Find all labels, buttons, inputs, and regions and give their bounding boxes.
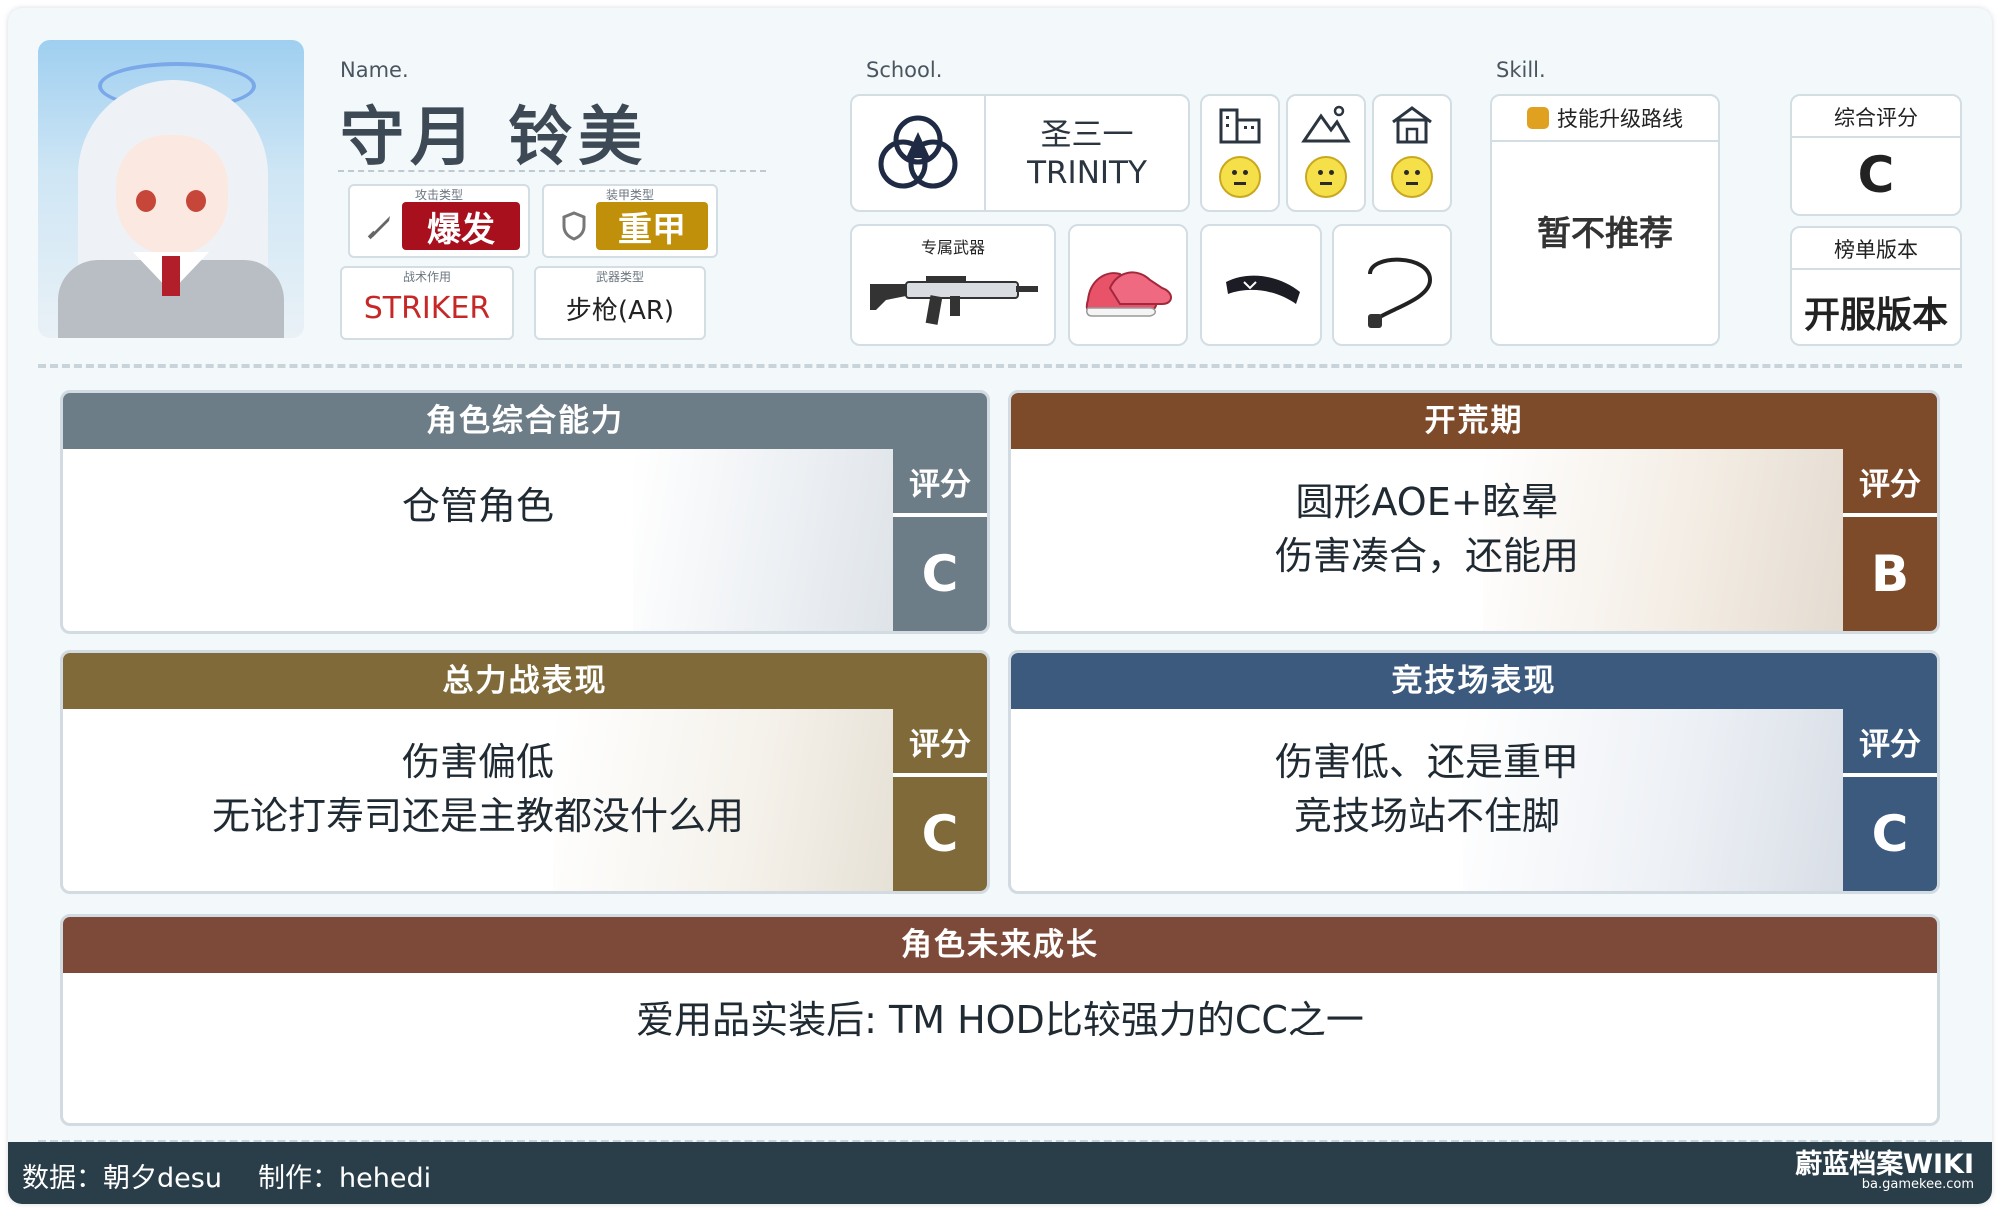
indoor-icon [1374,104,1450,153]
mood-neutral-icon [1219,156,1261,198]
school-box: 圣三一 TRINITY [850,94,1190,212]
school-name-cn: 圣三一 [1040,117,1134,153]
shoes-icon [1080,250,1180,334]
section-early-rate-caption: 评分 [1843,449,1937,513]
attack-type-caption: 攻击类型 [414,188,463,202]
section-future: 角色未来成长 爱用品实装后: TM HOD比较强力的CC之一 [60,914,1940,1126]
made-by-credit: 制作：hehedi [258,1163,432,1194]
section-ability: 角色综合能力 仓管角色 评分 C [60,390,990,634]
section-early-title: 开荒期 [1011,393,1937,449]
tactical-role-caption: 战术作用 [402,270,451,284]
name-divider [338,170,766,172]
section-ability-line: 仓管角色 [401,484,554,528]
section-arena: 竞技场表现 伤害低、还是重甲 竞技场站不住脚 评分 C [1008,650,1940,894]
exclusive-weapon-slot: 专属武器 [850,224,1056,346]
version-caption: 榜单版本 [1834,238,1918,262]
section-raid-body: 伤害偏低 无论打寿司还是主教都没什么用 [63,709,893,891]
necklace-icon [1350,244,1440,338]
skill-route-value: 暂不推荐 [1537,214,1673,254]
section-raid-rate-caption: 评分 [893,709,987,773]
version-box: 榜单版本 开服版本 [1790,226,1962,346]
attack-type-value: 爆发 [402,202,520,250]
hairband-icon [1220,262,1306,326]
sword-icon [358,202,402,250]
weapon-type-tag: 武器类型 步枪(AR) [534,266,706,340]
section-arena-rate-caption: 评分 [1843,709,1937,773]
terrain-outdoor [1286,94,1366,212]
character-name: 守月 铃美 [340,101,649,175]
equipment-slot-shoes [1068,224,1188,346]
portrait-eye-right [186,190,206,212]
wiki-brand: 蔚蓝档案WIKI ba.gamekee.com [1795,1149,1974,1192]
portrait-eye-left [136,190,156,212]
name-label: Name. [340,58,409,82]
section-raid-line-1: 伤害偏低 [401,740,554,784]
section-future-title: 角色未来成长 [63,917,1937,973]
overall-score-divider [1792,136,1960,138]
weapon-type-value: 步枪(AR) [565,295,675,326]
armor-type-caption: 装甲类型 [605,188,654,202]
terrain-city [1200,94,1280,212]
exclusive-weapon-label: 专属武器 [920,238,985,257]
rifle-icon [866,266,1046,340]
section-arena-body: 伤害低、还是重甲 竞技场站不住脚 [1011,709,1843,891]
section-raid-line-2: 无论打寿司还是主教都没什么用 [211,794,744,838]
school-label: School. [866,58,943,82]
outdoor-icon [1288,104,1364,153]
section-early-line-1: 圆形AOE+眩晕 [1295,480,1559,524]
wiki-brand-name: 蔚蓝档案WIKI [1795,1149,1974,1180]
tactical-role-value: STRIKER [363,290,491,326]
character-card: Name. 守月 铃美 攻击类型 爆发 装甲类型 重甲 战术作用 STRIKER… [8,8,1992,1204]
section-ability-rate-caption: 评分 [893,449,987,513]
section-arena-line-1: 伤害低、还是重甲 [1274,740,1579,784]
top-divider [38,364,1962,368]
data-credit: 数据：朝夕desu [22,1163,222,1194]
section-early-body: 圆形AOE+眩晕 伤害凑合，还能用 [1011,449,1843,631]
terrain-indoor [1372,94,1452,212]
portrait-ribbon [162,256,180,296]
trinity-logo-icon [852,96,986,210]
character-portrait [38,40,304,338]
section-arena-line-2: 竞技场站不住脚 [1293,794,1560,838]
footer: 数据：朝夕desu 制作：hehedi 蔚蓝档案WIKI ba.gamekee.… [8,1142,1992,1204]
skill-box: 技能升级路线 暂不推荐 [1490,94,1720,346]
version-divider [1792,268,1960,270]
armor-type-tag: 装甲类型 重甲 [542,184,718,258]
skill-upgrade-icon [1527,107,1549,129]
portrait-face [116,135,228,255]
mood-neutral-icon [1391,156,1433,198]
equipment-slot-hairband [1200,224,1322,346]
mood-neutral-icon [1305,156,1347,198]
skill-route-label: 技能升级路线 [1557,107,1683,131]
skill-route-header: 技能升级路线 [1492,96,1718,142]
overall-score-box: 综合评分 C [1790,94,1962,216]
section-ability-body: 仓管角色 [63,449,893,631]
shield-icon [552,202,596,250]
section-early-line-2: 伤害凑合，还能用 [1274,534,1579,578]
overall-score-caption: 综合评分 [1834,106,1918,130]
version-value: 开服版本 [1803,295,1948,336]
city-icon [1202,104,1278,153]
wiki-brand-url: ba.gamekee.com [1861,1177,1974,1192]
overall-score-value: C [1857,146,1895,204]
section-ability-rate: C [893,517,987,631]
section-early: 开荒期 圆形AOE+眩晕 伤害凑合，还能用 评分 B [1008,390,1940,634]
section-raid: 总力战表现 伤害偏低 无论打寿司还是主教都没什么用 评分 C [60,650,990,894]
equipment-slot-necklace [1332,224,1452,346]
section-arena-rate: C [1843,777,1937,891]
section-ability-title: 角色综合能力 [63,393,987,449]
tactical-role-tag: 战术作用 STRIKER [340,266,514,340]
section-raid-title: 总力战表现 [63,653,987,709]
weapon-type-caption: 武器类型 [595,270,644,284]
school-name: 圣三一 TRINITY [986,116,1188,192]
section-arena-title: 竞技场表现 [1011,653,1937,709]
section-future-line: 爱用品实装后: TM HOD比较强力的CC之一 [636,998,1364,1042]
attack-type-tag: 攻击类型 爆发 [348,184,530,258]
school-name-en: TRINITY [1027,155,1147,191]
skill-label: Skill. [1496,58,1546,82]
armor-type-value: 重甲 [596,202,708,250]
section-future-body: 爱用品实装后: TM HOD比较强力的CC之一 [63,973,1937,1123]
section-early-rate: B [1843,517,1937,631]
section-raid-rate: C [893,777,987,891]
